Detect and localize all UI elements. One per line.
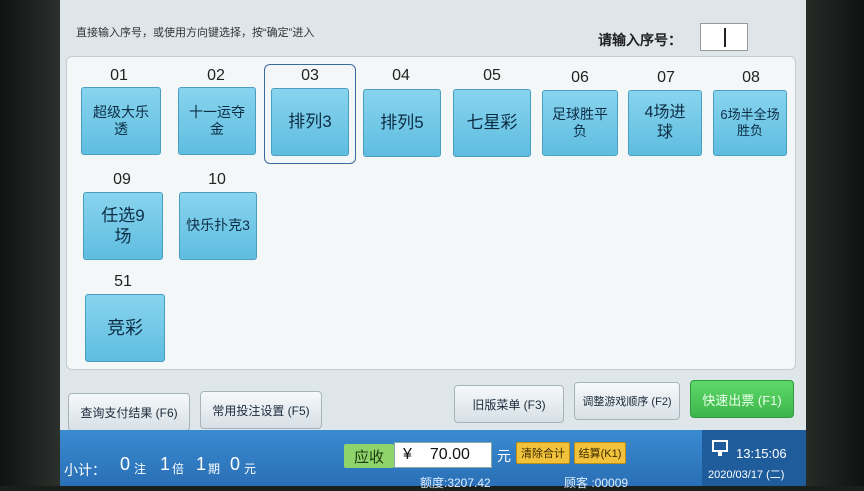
clear-total-button[interactable]: 清除合计 <box>516 442 570 464</box>
game-tile-07[interactable]: 4场进球 <box>628 90 702 156</box>
bei-unit: 倍 <box>172 462 185 476</box>
clock-time: 13:15:06 <box>736 446 787 461</box>
game-number: 09 <box>113 171 131 188</box>
common-settings-button[interactable]: 常用投注设置 (F5) <box>200 391 322 429</box>
game-tile-01[interactable]: 超级大乐透 <box>81 87 161 155</box>
game-tile-03[interactable]: 排列3 <box>271 88 349 156</box>
zhu-count: 0 <box>120 454 131 474</box>
game-panel: 01 超级大乐透 02 十一运夺金 03 排列3 04 排列5 05 七星彩 0… <box>66 56 796 370</box>
game-tile-05[interactable]: 七星彩 <box>453 89 531 157</box>
balance-text: 额度:3207.42 <box>420 476 491 490</box>
game-number: 01 <box>110 67 128 84</box>
right-bezel <box>806 0 864 486</box>
game-number: 04 <box>392 67 410 84</box>
old-menu-button[interactable]: 旧版菜单 (F3) <box>454 385 564 423</box>
game-number: 06 <box>571 69 589 86</box>
game-tile-51[interactable]: 竞彩 <box>85 294 165 362</box>
customer-text: 顾客 :00009 <box>564 476 629 490</box>
sequence-input[interactable] <box>700 23 748 51</box>
sequence-label: 请输入序号： <box>598 32 682 48</box>
settle-button[interactable]: 结算(K1) <box>574 442 626 464</box>
adjust-order-button[interactable]: 调整游戏顺序 (F2) <box>574 382 680 420</box>
quick-ticket-button[interactable]: 快速出票 (F1) <box>690 380 794 418</box>
status-bar: 小计： 0 注 1 倍 1 期 0 元 应收 ¥ 70.00 元 清除合计 结算… <box>60 430 806 490</box>
game-tile-04[interactable]: 排列5 <box>363 89 441 157</box>
clock-date: 2020/03/17 (二) <box>708 469 785 481</box>
network-icon-base <box>718 452 722 456</box>
game-tile-02[interactable]: 十一运夺金 <box>178 87 256 155</box>
game-tile-09[interactable]: 任选9场 <box>83 192 163 260</box>
qi-count: 1 <box>196 454 207 474</box>
game-tile-10[interactable]: 快乐扑克3 <box>179 192 257 260</box>
query-payment-button[interactable]: 查询支付结果 (F6) <box>68 393 190 431</box>
currency-symbol: ¥ <box>403 446 412 463</box>
left-bezel <box>0 0 60 486</box>
bei-count: 1 <box>160 454 171 474</box>
qi-unit: 期 <box>208 462 221 476</box>
subtotal-label: 小计： <box>64 462 106 478</box>
yuan-count: 0 <box>230 454 241 474</box>
game-number: 05 <box>483 67 501 84</box>
terminal-screen: 直接输入序号，或使用方向键选择，按“确定”进入 请输入序号： 01 超级大乐透 … <box>60 0 806 490</box>
game-number: 08 <box>742 69 760 86</box>
game-number: 07 <box>657 69 675 86</box>
game-number: 51 <box>114 273 132 290</box>
amount-box: ¥ 70.00 <box>394 442 492 468</box>
amount-value: 70.00 <box>429 446 470 463</box>
network-icon <box>712 440 728 452</box>
instruction-hint: 直接输入序号，或使用方向键选择，按“确定”进入 <box>76 27 315 39</box>
clock-area: 13:15:06 2020/03/17 (二) <box>702 430 806 486</box>
zhu-unit: 注 <box>134 462 147 476</box>
game-tile-06[interactable]: 足球胜平负 <box>542 90 618 156</box>
receivable-label: 应收 <box>344 444 394 468</box>
game-tile-08[interactable]: 6场半全场胜负 <box>713 90 787 156</box>
text-caret <box>724 28 726 47</box>
game-number: 02 <box>207 67 225 84</box>
amount-unit: 元 <box>497 448 511 464</box>
game-number: 03 <box>301 67 319 84</box>
game-number: 10 <box>208 171 226 188</box>
yuan-unit: 元 <box>244 462 257 476</box>
